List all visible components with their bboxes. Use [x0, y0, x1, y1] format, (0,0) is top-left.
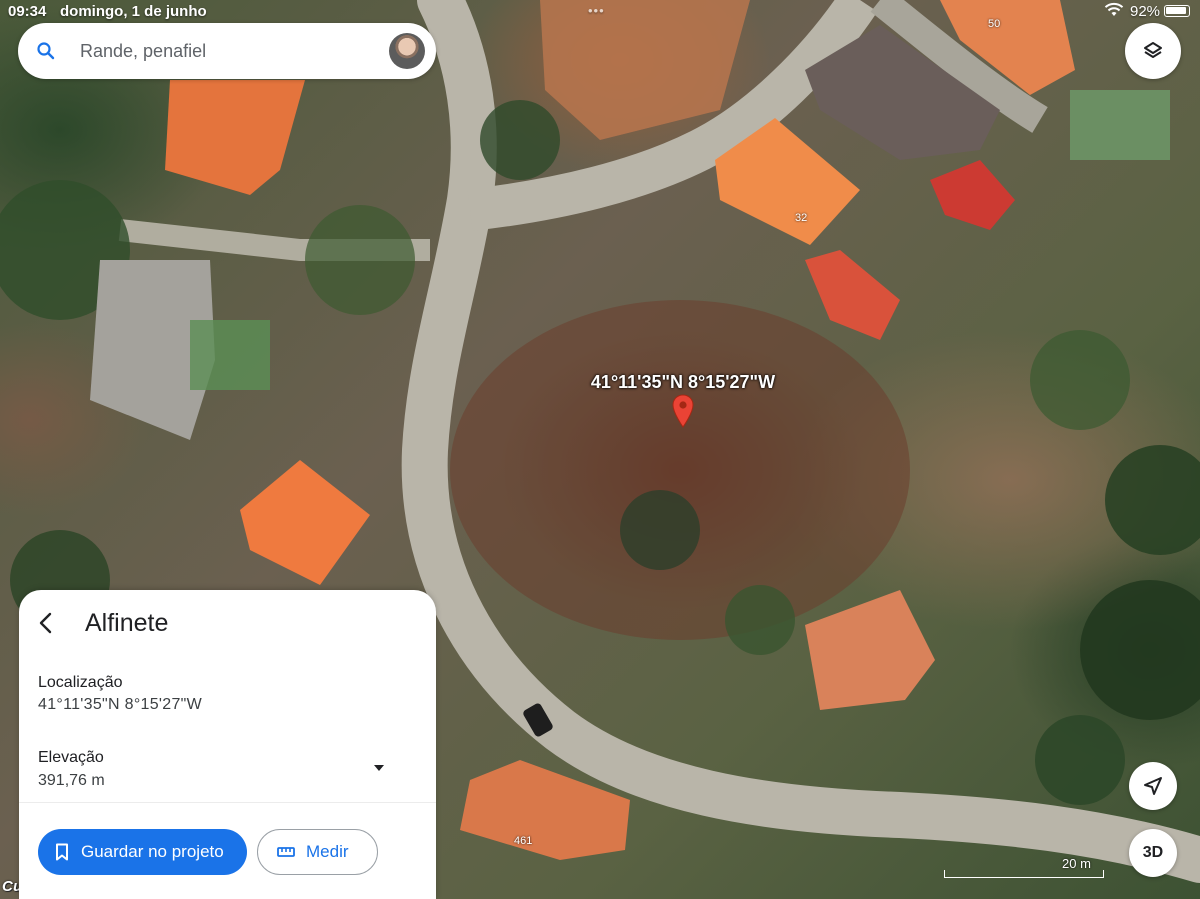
measure-button[interactable]: Medir [257, 829, 378, 875]
location-label: Localização [38, 674, 123, 691]
avatar[interactable] [389, 33, 425, 69]
layers-button[interactable] [1125, 23, 1181, 79]
multitask-dots-icon[interactable]: ••• [588, 3, 605, 18]
battery-icon [1164, 5, 1190, 17]
scale-label: 20 m [1062, 856, 1091, 871]
3d-label: 3D [1142, 844, 1164, 861]
elevation-value: 391,76 m [38, 772, 105, 789]
wifi-icon [1104, 2, 1124, 16]
navigation-arrow-icon [1144, 777, 1162, 795]
chevron-down-icon[interactable] [372, 763, 386, 773]
pin-details-sheet: Alfinete Localização 41°11'35"N 8°15'27"… [19, 590, 436, 899]
elevation-label: Elevação [38, 749, 104, 766]
sheet-title: Alfinete [85, 609, 169, 637]
save-to-project-button[interactable]: Guardar no projeto [38, 829, 247, 875]
search-icon[interactable] [36, 41, 56, 61]
bookmark-icon [56, 843, 68, 861]
save-button-label: Guardar no projeto [81, 842, 224, 861]
status-time: 09:34 [8, 3, 47, 20]
pin-coordinates-label: 41°11'35"N 8°15'27"W [590, 372, 776, 392]
status-bar: 09:34 domingo, 1 de junho ••• 92% [0, 0, 1200, 22]
battery-percent: 92% [1130, 3, 1161, 20]
location-value: 41°11'35"N 8°15'27"W [38, 696, 203, 713]
scale-bar [944, 870, 1104, 878]
locate-button[interactable] [1129, 762, 1177, 810]
status-date: domingo, 1 de junho [60, 3, 207, 20]
layers-icon [1144, 42, 1162, 58]
search-input[interactable]: Rande, penafiel [80, 41, 206, 62]
house-number: 461 [514, 835, 533, 847]
house-number: 50 [988, 18, 1001, 30]
ruler-icon [277, 847, 295, 857]
3d-button[interactable]: 3D [1129, 829, 1177, 877]
divider [19, 802, 436, 803]
house-number: 32 [795, 212, 808, 224]
map-pin-icon[interactable] [672, 394, 694, 428]
back-arrow-icon[interactable] [35, 610, 57, 636]
measure-button-label: Medir [306, 842, 349, 861]
search-bar[interactable]: Rande, penafiel [18, 23, 436, 79]
